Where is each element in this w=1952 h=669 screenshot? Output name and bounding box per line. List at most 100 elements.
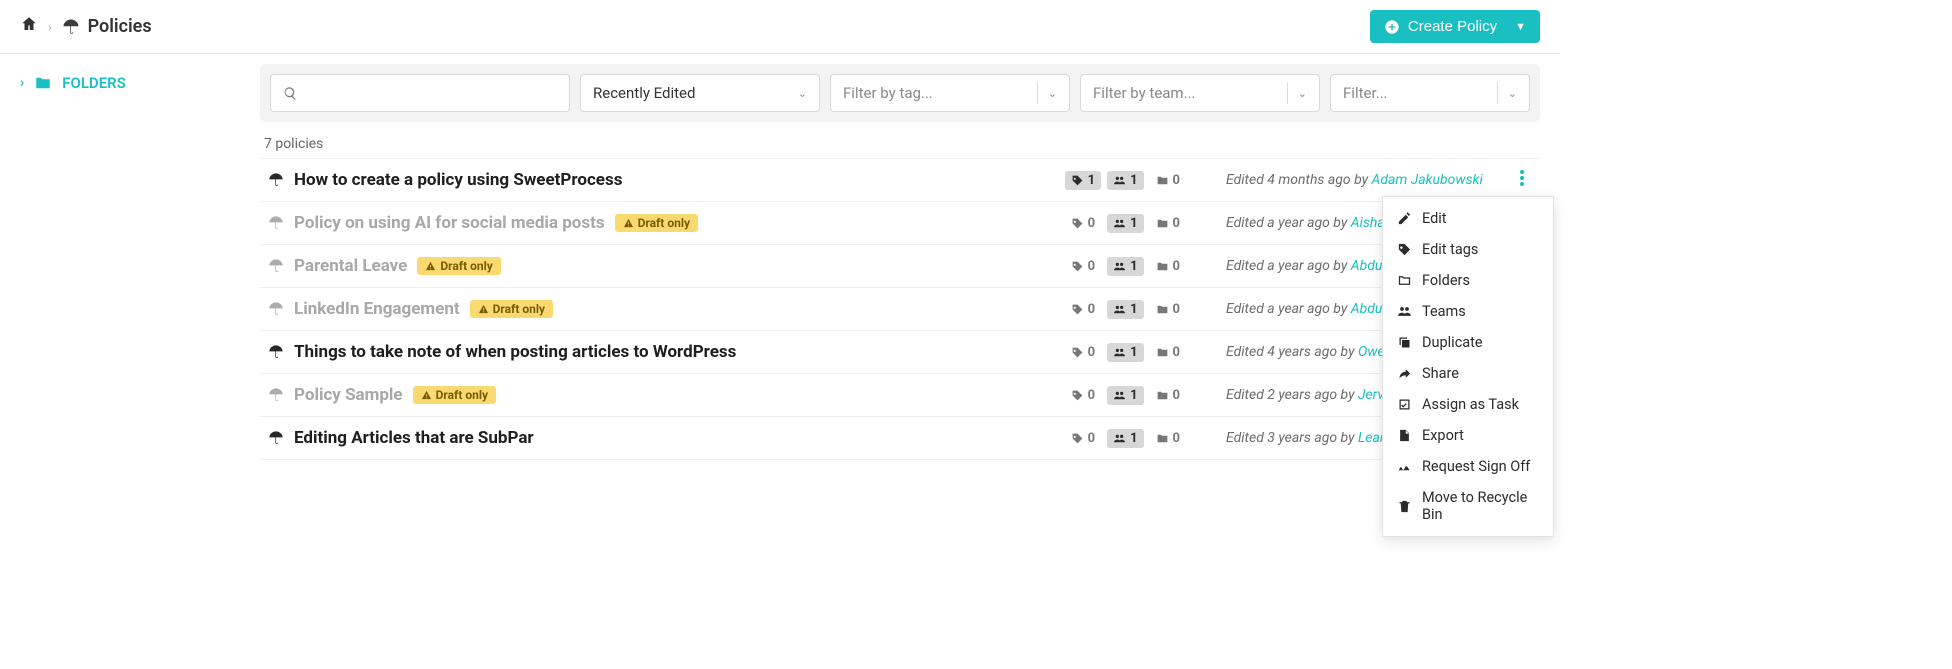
tags-chip[interactable]: 1 — [1065, 171, 1101, 190]
folder-icon — [1156, 432, 1169, 445]
tags-chip[interactable]: 0 — [1065, 386, 1101, 405]
policy-row[interactable]: Policy on using AI for social media post… — [260, 201, 1540, 244]
context-item-signoff[interactable]: Request Sign Off — [1383, 451, 1553, 482]
caret-down-icon: ▼ — [1515, 21, 1526, 33]
teams-chip[interactable]: 1 — [1107, 214, 1143, 233]
tag-icon — [1071, 432, 1084, 445]
author-link[interactable]: Adam Jakubowski — [1372, 172, 1483, 188]
filter-team-placeholder: Filter by team... — [1093, 84, 1195, 102]
policy-title[interactable]: How to create a policy using SweetProces… — [268, 170, 1038, 190]
policy-title-text: Editing Articles that are SubPar — [294, 428, 534, 448]
context-item-task[interactable]: Assign as Task — [1383, 389, 1553, 420]
tag-icon — [1071, 217, 1084, 230]
policy-title[interactable]: Things to take note of when posting arti… — [268, 342, 1038, 362]
folders-chip[interactable]: 0 — [1150, 171, 1186, 190]
folders-chip[interactable]: 0 — [1150, 257, 1186, 276]
context-item-label: Share — [1422, 365, 1459, 382]
umbrella-icon — [268, 387, 284, 403]
folders-chip[interactable]: 0 — [1150, 300, 1186, 319]
tag-icon — [1071, 174, 1084, 187]
edit-icon — [1397, 211, 1412, 226]
context-item-trash[interactable]: Move to Recycle Bin — [1383, 482, 1553, 530]
policy-stats: 010 — [1065, 429, 1186, 448]
draft-badge: Draft only — [615, 214, 698, 232]
umbrella-icon — [268, 172, 284, 188]
policy-title[interactable]: Policy on using AI for social media post… — [268, 213, 1038, 233]
page-title: Policies — [88, 16, 152, 37]
policy-title[interactable]: LinkedIn Engagement Draft only — [268, 299, 1038, 319]
policy-title-text: LinkedIn Engagement — [294, 299, 460, 319]
context-item-label: Edit — [1422, 210, 1447, 227]
folder-icon — [1397, 273, 1412, 288]
sort-label: Recently Edited — [593, 84, 695, 102]
teams-chip[interactable]: 1 — [1107, 257, 1143, 276]
folder-icon — [1156, 303, 1169, 316]
teams-chip[interactable]: 1 — [1107, 343, 1143, 362]
context-item-edit[interactable]: Edit — [1383, 203, 1553, 234]
folders-toggle[interactable]: › FOLDERS — [20, 74, 240, 92]
policy-title[interactable]: Parental LeaveDraft only — [268, 256, 1038, 276]
policy-row[interactable]: LinkedIn EngagementDraft only010Edited a… — [260, 287, 1540, 330]
policy-row[interactable]: Policy SampleDraft only010Edited 2 years… — [260, 373, 1540, 416]
chevron-down-icon: ⌄ — [1508, 87, 1517, 100]
context-item-label: Teams — [1422, 303, 1466, 320]
breadcrumb: › Policies — [20, 15, 152, 38]
context-item-share[interactable]: Share — [1383, 358, 1553, 389]
draft-badge: Draft only — [470, 300, 553, 318]
umbrella-icon — [268, 258, 284, 274]
folder-icon — [1156, 346, 1169, 359]
teams-icon — [1397, 304, 1412, 319]
policy-row[interactable]: Parental LeaveDraft only010Edited a year… — [260, 244, 1540, 287]
context-item-label: Request Sign Off — [1422, 458, 1530, 475]
policy-title-text: Things to take note of when posting arti… — [294, 342, 736, 362]
policy-title[interactable]: Editing Articles that are SubPar — [268, 428, 1038, 448]
warning-icon — [478, 304, 489, 315]
teams-icon — [1113, 174, 1126, 187]
tags-chip[interactable]: 0 — [1065, 300, 1101, 319]
teams-chip[interactable]: 1 — [1107, 300, 1143, 319]
tags-chip[interactable]: 0 — [1065, 257, 1101, 276]
teams-chip[interactable]: 1 — [1107, 171, 1143, 190]
folders-chip[interactable]: 0 — [1150, 214, 1186, 233]
filter-team-select[interactable]: Filter by team... ⌄ — [1080, 74, 1320, 112]
context-item-tag[interactable]: Edit tags — [1383, 234, 1553, 265]
context-item-teams[interactable]: Teams — [1383, 296, 1553, 327]
tags-chip[interactable]: 0 — [1065, 429, 1101, 448]
policy-title[interactable]: Policy SampleDraft only — [268, 385, 1038, 405]
home-icon[interactable] — [20, 15, 38, 38]
row-context-menu: Edit Edit tags Folders Teams Duplicate Share A… — [1382, 196, 1554, 537]
policy-stats: 010 — [1065, 386, 1186, 405]
search-icon — [283, 86, 298, 101]
plus-circle-icon — [1384, 19, 1400, 35]
context-item-label: Folders — [1422, 272, 1470, 289]
create-policy-label: Create Policy — [1408, 18, 1497, 35]
policy-row[interactable]: Editing Articles that are SubPar010Edite… — [260, 416, 1540, 460]
filter-tag-placeholder: Filter by tag... — [843, 84, 933, 102]
create-policy-button[interactable]: Create Policy ▼ — [1370, 10, 1540, 43]
chevron-right-icon: › — [20, 75, 24, 91]
tags-chip[interactable]: 0 — [1065, 343, 1101, 362]
context-item-copy[interactable]: Duplicate — [1383, 327, 1553, 358]
context-item-folder[interactable]: Folders — [1383, 265, 1553, 296]
teams-chip[interactable]: 1 — [1107, 386, 1143, 405]
teams-chip[interactable]: 1 — [1107, 429, 1143, 448]
filter-tag-select[interactable]: Filter by tag... ⌄ — [830, 74, 1070, 112]
context-item-export[interactable]: Export — [1383, 420, 1553, 451]
folders-chip[interactable]: 0 — [1150, 429, 1186, 448]
policy-row[interactable]: Things to take note of when posting arti… — [260, 330, 1540, 373]
folders-chip[interactable]: 0 — [1150, 386, 1186, 405]
policy-stats: 110 — [1065, 171, 1186, 190]
policy-stats: 010 — [1065, 300, 1186, 319]
filter-generic-select[interactable]: Filter... ⌄ — [1330, 74, 1530, 112]
umbrella-icon — [268, 430, 284, 446]
chevron-down-icon: ⌄ — [1298, 87, 1307, 100]
folders-chip[interactable]: 0 — [1150, 343, 1186, 362]
signoff-icon — [1397, 459, 1412, 474]
teams-icon — [1113, 260, 1126, 273]
sort-select[interactable]: Recently Edited ⌄ — [580, 74, 820, 112]
search-input[interactable] — [270, 74, 570, 112]
policy-row[interactable]: How to create a policy using SweetProces… — [260, 158, 1540, 201]
tags-chip[interactable]: 0 — [1065, 214, 1101, 233]
row-menu-button[interactable] — [1512, 170, 1532, 190]
tag-icon — [1071, 346, 1084, 359]
